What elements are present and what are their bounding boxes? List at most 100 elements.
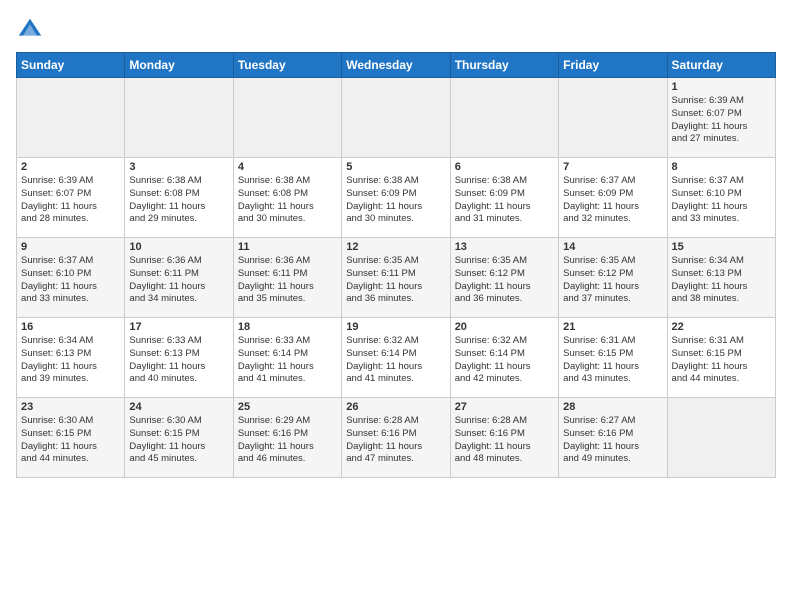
day-number: 5 — [346, 161, 445, 173]
day-number: 21 — [563, 321, 662, 333]
day-number: 28 — [563, 401, 662, 413]
calendar-week-row: 16 Sunrise: 6:34 AM Sunset: 6:13 PM Dayli… — [17, 318, 776, 398]
calendar-week-row: 23 Sunrise: 6:30 AM Sunset: 6:15 PM Dayli… — [17, 398, 776, 478]
day-info: Sunrise: 6:27 AM Sunset: 6:16 PM Dayligh… — [563, 415, 662, 466]
calendar-cell: 8 Sunrise: 6:37 AM Sunset: 6:10 PM Daylig… — [667, 158, 775, 238]
calendar-cell: 19Sunrise: 6:32 AM Sunset: 6:14 PM Dayli… — [342, 318, 450, 398]
logo — [16, 16, 48, 44]
day-number: 26 — [346, 401, 445, 413]
day-number: 2 — [21, 161, 120, 173]
day-number: 24 — [129, 401, 228, 413]
day-number: 10 — [129, 241, 228, 253]
calendar-cell — [233, 78, 341, 158]
day-info: Sunrise: 6:35 AM Sunset: 6:12 PM Dayligh… — [563, 255, 662, 306]
day-number: 14 — [563, 241, 662, 253]
day-info: Sunrise: 6:34 AM Sunset: 6:13 PM Dayligh… — [672, 255, 771, 306]
calendar-cell: 24 Sunrise: 6:30 AM Sunset: 6:15 PM Dayli… — [125, 398, 233, 478]
calendar-cell: 11 Sunrise: 6:36 AM Sunset: 6:11 PM Dayli… — [233, 238, 341, 318]
day-info: Sunrise: 6:34 AM Sunset: 6:13 PM Dayligh… — [21, 335, 120, 386]
day-info: Sunrise: 6:36 AM Sunset: 6:11 PM Dayligh… — [238, 255, 337, 306]
day-number: 4 — [238, 161, 337, 173]
day-header-saturday: Saturday — [667, 53, 775, 78]
day-info: Sunrise: 6:35 AM Sunset: 6:11 PM Dayligh… — [346, 255, 445, 306]
day-info: Sunrise: 6:36 AM Sunset: 6:11 PM Dayligh… — [129, 255, 228, 306]
page-header — [16, 16, 776, 44]
calendar-table: SundayMondayTuesdayWednesdayThursdayFrid… — [16, 52, 776, 478]
day-info: Sunrise: 6:28 AM Sunset: 6:16 PM Dayligh… — [455, 415, 554, 466]
calendar-cell: 17 Sunrise: 6:33 AM Sunset: 6:13 PM Dayli… — [125, 318, 233, 398]
day-header-sunday: Sunday — [17, 53, 125, 78]
day-number: 9 — [21, 241, 120, 253]
day-number: 15 — [672, 241, 771, 253]
calendar-cell — [125, 78, 233, 158]
day-info: Sunrise: 6:37 AM Sunset: 6:10 PM Dayligh… — [21, 255, 120, 306]
calendar-cell: 21 Sunrise: 6:31 AM Sunset: 6:15 PM Dayli… — [559, 318, 667, 398]
calendar-cell: 16 Sunrise: 6:34 AM Sunset: 6:13 PM Dayli… — [17, 318, 125, 398]
logo-icon — [16, 16, 44, 44]
day-number: 17 — [129, 321, 228, 333]
calendar-cell: 28 Sunrise: 6:27 AM Sunset: 6:16 PM Dayli… — [559, 398, 667, 478]
day-info: Sunrise: 6:33 AM Sunset: 6:14 PM Dayligh… — [238, 335, 337, 386]
day-info: Sunrise: 6:33 AM Sunset: 6:13 PM Dayligh… — [129, 335, 228, 386]
calendar-cell: 5Sunrise: 6:38 AM Sunset: 6:09 PM Daylig… — [342, 158, 450, 238]
day-number: 1 — [672, 81, 771, 93]
calendar-week-row: 9 Sunrise: 6:37 AM Sunset: 6:10 PM Daylig… — [17, 238, 776, 318]
day-info: Sunrise: 6:38 AM Sunset: 6:08 PM Dayligh… — [129, 175, 228, 226]
calendar-cell: 12 Sunrise: 6:35 AM Sunset: 6:11 PM Dayli… — [342, 238, 450, 318]
calendar-cell — [559, 78, 667, 158]
day-number: 12 — [346, 241, 445, 253]
calendar-cell: 23 Sunrise: 6:30 AM Sunset: 6:15 PM Dayli… — [17, 398, 125, 478]
day-number: 8 — [672, 161, 771, 173]
day-info: Sunrise: 6:32 AM Sunset: 6:14 PM Dayligh… — [346, 335, 445, 386]
day-info: Sunrise: 6:39 AM Sunset: 6:07 PM Dayligh… — [21, 175, 120, 226]
day-info: Sunrise: 6:32 AM Sunset: 6:14 PM Dayligh… — [455, 335, 554, 386]
day-number: 20 — [455, 321, 554, 333]
day-number: 6 — [455, 161, 554, 173]
calendar-cell: 18 Sunrise: 6:33 AM Sunset: 6:14 PM Dayli… — [233, 318, 341, 398]
calendar-cell: 9 Sunrise: 6:37 AM Sunset: 6:10 PM Daylig… — [17, 238, 125, 318]
day-info: Sunrise: 6:38 AM Sunset: 6:08 PM Dayligh… — [238, 175, 337, 226]
day-number: 11 — [238, 241, 337, 253]
calendar-cell: 6Sunrise: 6:38 AM Sunset: 6:09 PM Daylig… — [450, 158, 558, 238]
day-number: 27 — [455, 401, 554, 413]
day-info: Sunrise: 6:30 AM Sunset: 6:15 PM Dayligh… — [129, 415, 228, 466]
day-info: Sunrise: 6:39 AM Sunset: 6:07 PM Dayligh… — [672, 95, 771, 146]
day-header-wednesday: Wednesday — [342, 53, 450, 78]
calendar-cell: 13 Sunrise: 6:35 AM Sunset: 6:12 PM Dayli… — [450, 238, 558, 318]
calendar-week-row: 1 Sunrise: 6:39 AM Sunset: 6:07 PM Daylig… — [17, 78, 776, 158]
calendar-cell: 14 Sunrise: 6:35 AM Sunset: 6:12 PM Dayli… — [559, 238, 667, 318]
day-number: 23 — [21, 401, 120, 413]
day-info: Sunrise: 6:28 AM Sunset: 6:16 PM Dayligh… — [346, 415, 445, 466]
day-info: Sunrise: 6:30 AM Sunset: 6:15 PM Dayligh… — [21, 415, 120, 466]
calendar-cell — [450, 78, 558, 158]
day-number: 7 — [563, 161, 662, 173]
day-number: 13 — [455, 241, 554, 253]
day-number: 16 — [21, 321, 120, 333]
day-info: Sunrise: 6:31 AM Sunset: 6:15 PM Dayligh… — [672, 335, 771, 386]
calendar-cell: 20 Sunrise: 6:32 AM Sunset: 6:14 PM Dayli… — [450, 318, 558, 398]
calendar-cell: 2 Sunrise: 6:39 AM Sunset: 6:07 PM Daylig… — [17, 158, 125, 238]
day-number: 25 — [238, 401, 337, 413]
day-header-friday: Friday — [559, 53, 667, 78]
day-info: Sunrise: 6:37 AM Sunset: 6:10 PM Dayligh… — [672, 175, 771, 226]
calendar-cell: 4 Sunrise: 6:38 AM Sunset: 6:08 PM Daylig… — [233, 158, 341, 238]
calendar-cell: 22 Sunrise: 6:31 AM Sunset: 6:15 PM Dayli… — [667, 318, 775, 398]
day-header-thursday: Thursday — [450, 53, 558, 78]
day-header-tuesday: Tuesday — [233, 53, 341, 78]
calendar-cell: 25Sunrise: 6:29 AM Sunset: 6:16 PM Dayli… — [233, 398, 341, 478]
calendar-week-row: 2 Sunrise: 6:39 AM Sunset: 6:07 PM Daylig… — [17, 158, 776, 238]
calendar-cell: 10 Sunrise: 6:36 AM Sunset: 6:11 PM Dayli… — [125, 238, 233, 318]
day-info: Sunrise: 6:37 AM Sunset: 6:09 PM Dayligh… — [563, 175, 662, 226]
calendar-cell: 7 Sunrise: 6:37 AM Sunset: 6:09 PM Daylig… — [559, 158, 667, 238]
day-info: Sunrise: 6:31 AM Sunset: 6:15 PM Dayligh… — [563, 335, 662, 386]
calendar-header-row: SundayMondayTuesdayWednesdayThursdayFrid… — [17, 53, 776, 78]
calendar-cell: 26 Sunrise: 6:28 AM Sunset: 6:16 PM Dayli… — [342, 398, 450, 478]
calendar-cell: 3 Sunrise: 6:38 AM Sunset: 6:08 PM Daylig… — [125, 158, 233, 238]
calendar-cell — [17, 78, 125, 158]
calendar-cell: 15 Sunrise: 6:34 AM Sunset: 6:13 PM Dayli… — [667, 238, 775, 318]
calendar-cell: 27 Sunrise: 6:28 AM Sunset: 6:16 PM Dayli… — [450, 398, 558, 478]
day-info: Sunrise: 6:35 AM Sunset: 6:12 PM Dayligh… — [455, 255, 554, 306]
day-number: 3 — [129, 161, 228, 173]
day-number: 18 — [238, 321, 337, 333]
day-number: 22 — [672, 321, 771, 333]
